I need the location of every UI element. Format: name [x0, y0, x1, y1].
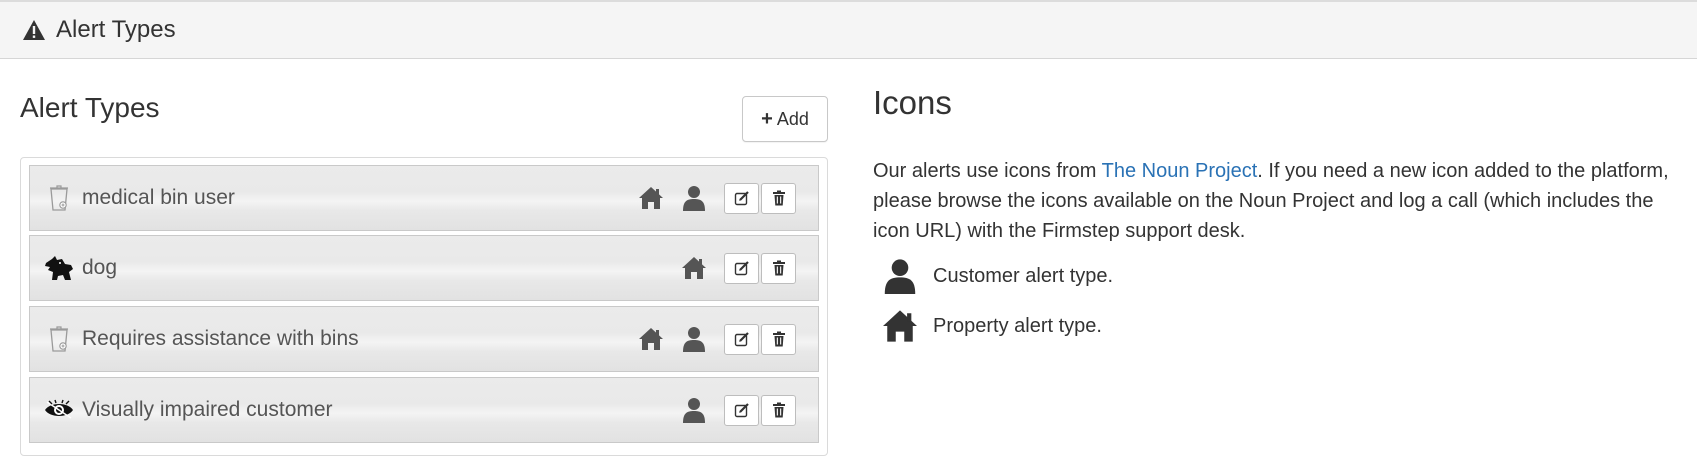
legend-text: Property alert type.	[933, 314, 1102, 337]
add-button-label: Add	[776, 108, 809, 129]
item-label: medical bin user	[82, 186, 235, 209]
add-button[interactable]: + Add	[742, 96, 828, 142]
legend-customer: Customer alert type.	[880, 256, 1113, 296]
delete-button[interactable]	[761, 323, 796, 355]
legend-text: Customer alert type.	[933, 264, 1114, 287]
user-icon	[680, 396, 708, 424]
user-icon	[680, 184, 708, 212]
legend-property: Property alert type.	[880, 306, 1102, 346]
page-title: Alert Types	[56, 16, 176, 43]
bin-icon	[44, 324, 74, 354]
warning-icon	[22, 19, 46, 41]
page-header: Alert Types	[0, 0, 1697, 59]
list-item[interactable]: Visually impaired customer	[29, 377, 819, 443]
list-item[interactable]: dog	[29, 235, 819, 301]
dog-icon	[44, 253, 74, 283]
user-icon	[880, 256, 920, 296]
plus-icon: +	[761, 107, 773, 130]
item-label: Requires assistance with bins	[82, 327, 359, 350]
bin-icon	[44, 183, 74, 213]
item-label: Visually impaired customer	[82, 398, 333, 421]
delete-button[interactable]	[761, 252, 796, 284]
edit-button[interactable]	[724, 252, 759, 284]
alert-types-list: medical bin user dog Requires assistance…	[20, 157, 828, 456]
icons-description: Our alerts use icons from The Noun Proje…	[873, 156, 1673, 246]
home-icon	[880, 306, 920, 346]
user-icon	[680, 325, 708, 353]
home-icon	[637, 325, 665, 353]
description-text: Our alerts use icons from	[873, 160, 1102, 182]
home-icon	[680, 254, 708, 282]
noun-project-link[interactable]: The Noun Project	[1102, 160, 1258, 182]
alert-types-heading: Alert Types	[20, 92, 160, 123]
delete-button[interactable]	[761, 182, 796, 214]
delete-button[interactable]	[761, 394, 796, 426]
edit-button[interactable]	[724, 394, 759, 426]
list-item[interactable]: medical bin user	[29, 165, 819, 231]
item-label: dog	[82, 256, 118, 279]
edit-button[interactable]	[724, 323, 759, 355]
edit-button[interactable]	[724, 182, 759, 214]
eye-icon	[44, 395, 74, 425]
home-icon	[637, 184, 665, 212]
list-item[interactable]: Requires assistance with bins	[29, 306, 819, 372]
icons-heading: Icons	[873, 84, 952, 121]
